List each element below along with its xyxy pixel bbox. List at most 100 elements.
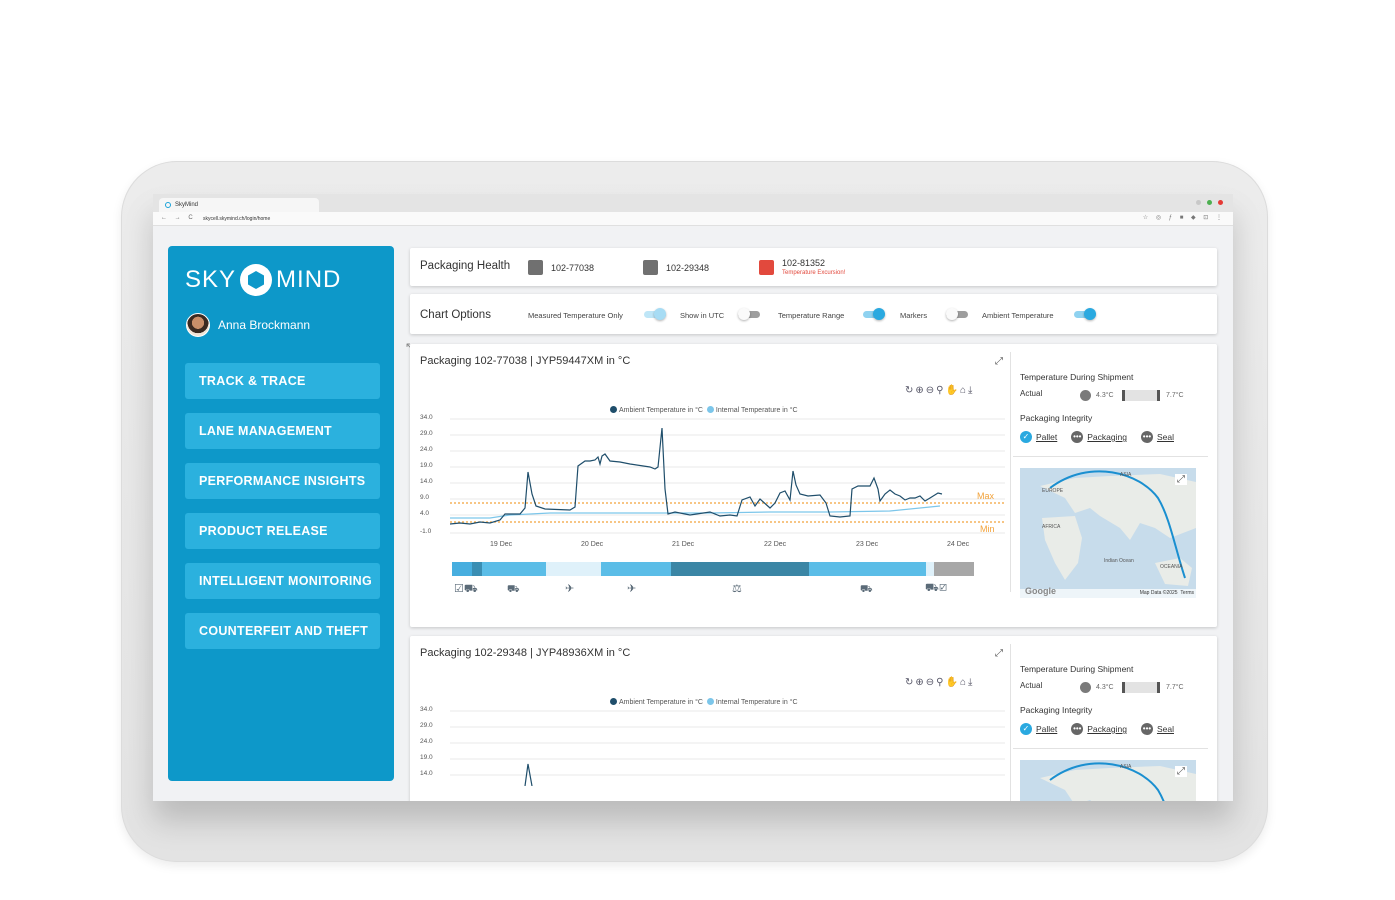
reset-icon[interactable]: ↻: [905, 677, 915, 688]
timeline-segment[interactable]: [482, 562, 546, 576]
tab-title: SkyMind: [175, 202, 199, 208]
expand-icon[interactable]: ⤢: [995, 356, 1003, 367]
timeline-segment[interactable]: [452, 562, 472, 576]
integrity-row: ✓ Pallet ••• Packaging ••• Seal: [1020, 431, 1210, 443]
map-fullscreen-icon[interactable]: ⤢: [1175, 766, 1187, 777]
toggle-label: Measured Temperature Only: [528, 311, 623, 320]
y-tick: 29.0: [420, 722, 433, 729]
actual-label: Actual: [1020, 389, 1043, 398]
package-title: Packaging 102-29348 | JYP48936XM in °C: [420, 647, 631, 659]
minimize-dot-icon[interactable]: [1196, 200, 1201, 205]
menu-item-performance-insights[interactable]: PERFORMANCE INSIGHTS: [185, 463, 380, 499]
timeline-segment[interactable]: [546, 562, 601, 576]
map-terms-link[interactable]: Terms: [1180, 590, 1194, 596]
temperature-chart: [450, 418, 1005, 534]
timeline-segment[interactable]: [671, 562, 809, 576]
timeline-segment[interactable]: [601, 562, 671, 576]
integrity-seal-link[interactable]: Seal: [1157, 724, 1174, 734]
forklift-icon[interactable]: ⛟: [507, 584, 520, 597]
legend-ambient[interactable]: Ambient Temperature in °C: [619, 699, 703, 706]
extensions-icon[interactable]: ☆ ◎ ƒ ■ ◆ ⊡ ⋮: [1143, 214, 1225, 221]
url-field[interactable]: skycell.skymind.ch/login/home: [203, 216, 270, 222]
zoom-out-icon[interactable]: ⊖: [926, 385, 936, 396]
timeline-segment[interactable]: [926, 562, 934, 576]
menu-item-track-trace[interactable]: TRACK & TRACE: [185, 363, 380, 399]
shipment-panel: Temperature During Shipment Actual 4.3°C…: [1020, 664, 1210, 735]
y-tick: 9.0: [420, 494, 430, 501]
integrity-pallet-link[interactable]: Pallet: [1036, 432, 1057, 442]
health-item-id[interactable]: 102-81352: [782, 258, 825, 268]
integrity-seal-link[interactable]: Seal: [1157, 432, 1174, 442]
status-dot-icon: [1080, 390, 1091, 401]
checklist-truck-icon[interactable]: ☑⛟: [454, 582, 478, 597]
markers-toggle[interactable]: [946, 308, 968, 320]
measured-only-toggle[interactable]: [644, 308, 666, 320]
x-tick: 22 Dec: [764, 541, 787, 548]
menu-item-lane-management[interactable]: LANE MANAGEMENT: [185, 413, 380, 449]
temperature-max: 7.7°C: [1166, 684, 1184, 691]
zoom-out-icon[interactable]: ⊖: [926, 677, 936, 688]
integrity-packaging-link[interactable]: Packaging: [1087, 432, 1127, 442]
packaging-health-title: Packaging Health: [420, 260, 511, 272]
maximize-dot-icon[interactable]: [1207, 200, 1212, 205]
y-tick: 34.0: [420, 414, 433, 421]
timeline-segment[interactable]: [934, 562, 974, 576]
home-icon[interactable]: ⌂: [960, 385, 968, 396]
pan-hand-icon[interactable]: ✋: [946, 385, 960, 396]
download-icon[interactable]: ⤓: [968, 385, 974, 396]
integrity-pallet-link[interactable]: Pallet: [1036, 724, 1057, 734]
ambient-temperature-toggle[interactable]: [1074, 308, 1096, 320]
menu-item-product-release[interactable]: PRODUCT RELEASE: [185, 513, 380, 549]
y-tick: 14.0: [420, 770, 433, 777]
utc-toggle[interactable]: [738, 308, 760, 320]
airplane-icon[interactable]: ✈: [627, 582, 636, 595]
home-icon[interactable]: ⌂: [960, 677, 968, 688]
pan-hand-icon[interactable]: ✋: [946, 677, 960, 688]
legend-internal[interactable]: Internal Temperature in °C: [716, 407, 798, 414]
timeline-segment[interactable]: [809, 562, 926, 576]
zoom-in-icon[interactable]: ⊕: [915, 385, 925, 396]
nav-arrows-icon[interactable]: ← → C: [161, 215, 196, 221]
map-label: ASIA: [1120, 764, 1132, 770]
temperature-range-bar: [1122, 682, 1160, 693]
airplane-icon[interactable]: ✈: [565, 582, 574, 595]
reset-icon[interactable]: ↻: [905, 385, 915, 396]
temperature-range-toggle[interactable]: [863, 308, 885, 320]
menu-item-counterfeit-theft[interactable]: COUNTERFEIT AND THEFT: [185, 613, 380, 649]
panel-divider: [1010, 644, 1011, 801]
more-icon: •••: [1071, 723, 1084, 735]
toggle-label: Markers: [900, 311, 928, 320]
route-map[interactable]: ASIA ⤢: [1020, 760, 1196, 801]
browser-tab[interactable]: SkyMind: [159, 198, 319, 212]
y-tick: 34.0: [420, 706, 433, 713]
browser-titlebar: SkyMind: [153, 194, 1233, 212]
google-logo[interactable]: Google: [1025, 586, 1056, 596]
chart-legend: Ambient Temperature in °C Internal Tempe…: [610, 406, 798, 414]
address-bar: ← → C skycell.skymind.ch/login/home ☆ ◎ …: [153, 212, 1233, 226]
route-map[interactable]: ASIA EUROPE AFRICA Indian Ocean OCEANIA …: [1020, 468, 1196, 598]
menu-item-intelligent-monitoring[interactable]: INTELLIGENT MONITORING: [185, 563, 380, 599]
y-tick: 24.0: [420, 446, 433, 453]
excursion-note: Temperature Excursion!: [782, 270, 846, 276]
expand-icon[interactable]: ⤢: [995, 648, 1003, 659]
chart-toolbar: ↻⊕⊖⚲✋⌂⤓: [905, 385, 974, 396]
temperature-shipment-title: Temperature During Shipment: [1020, 664, 1134, 674]
zoom-select-icon[interactable]: ⚲: [936, 677, 945, 688]
package-card: Packaging 102-77038 | JYP59447XM in °C ⤢…: [410, 344, 1217, 627]
zoom-select-icon[interactable]: ⚲: [936, 385, 945, 396]
map-fullscreen-icon[interactable]: ⤢: [1175, 474, 1187, 485]
internal-legend-dot-icon: [706, 698, 714, 705]
integrity-packaging-link[interactable]: Packaging: [1087, 724, 1127, 734]
legend-ambient[interactable]: Ambient Temperature in °C: [619, 407, 703, 414]
zoom-in-icon[interactable]: ⊕: [915, 677, 925, 688]
timeline-segment[interactable]: [472, 562, 482, 576]
delivery-check-icon[interactable]: ⛟☑: [925, 582, 947, 596]
download-icon[interactable]: ⤓: [968, 677, 974, 688]
legend-internal[interactable]: Internal Temperature in °C: [716, 699, 798, 706]
user-profile[interactable]: Anna Brockmann: [186, 313, 310, 337]
customs-icon[interactable]: ⚖: [732, 582, 742, 595]
forklift-icon[interactable]: ⛟: [860, 584, 873, 597]
health-item-id[interactable]: 102-29348: [666, 263, 709, 273]
close-dot-icon[interactable]: [1218, 200, 1223, 205]
health-item-id[interactable]: 102-77038: [551, 263, 594, 273]
